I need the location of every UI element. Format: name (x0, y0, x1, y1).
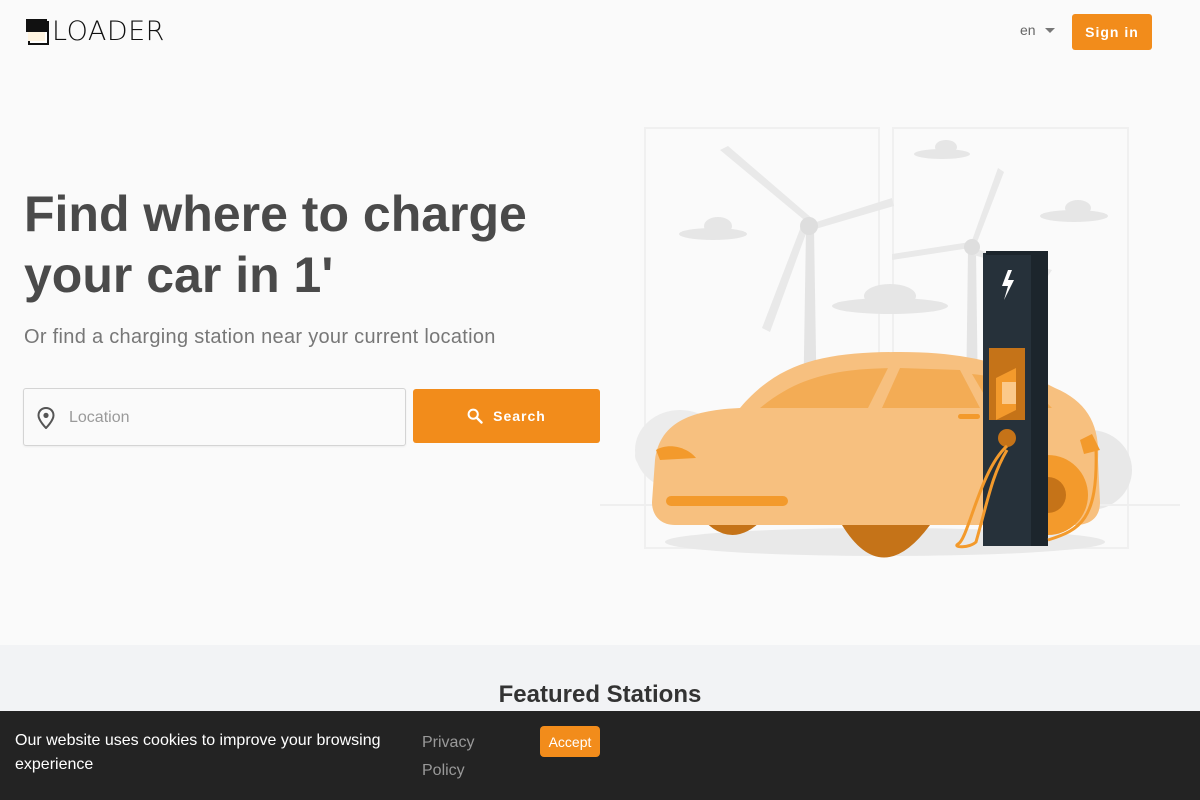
brand-logo[interactable]: LOADER (26, 18, 165, 46)
featured-stations-title: Featured Stations (498, 681, 702, 708)
cookie-message: Our website uses cookies to improve your… (15, 732, 381, 773)
hero-subtitle: Or find a charging station near your cur… (24, 326, 496, 348)
cookie-banner: Our website uses cookies to improve your… (0, 711, 1200, 800)
accept-cookies-button[interactable]: Accept (540, 726, 600, 757)
sign-in-button[interactable]: Sign in (1072, 14, 1152, 50)
hero-title: Find where to charge your car in 1' (24, 186, 527, 303)
language-selector[interactable]: en (1020, 22, 1055, 38)
logo-text: LOADER (52, 16, 165, 47)
location-input[interactable] (69, 401, 389, 435)
location-field[interactable] (23, 388, 406, 446)
privacy-policy-link[interactable]: Privacy Policy (422, 729, 512, 785)
search-button[interactable]: Search (413, 389, 600, 443)
search-icon (467, 408, 483, 424)
caret-down-icon (1044, 27, 1055, 33)
ev-charging-illustration (600, 127, 1180, 558)
map-pin-icon (37, 407, 55, 429)
language-value: en (1020, 22, 1036, 38)
logo-icon (26, 19, 49, 45)
search-button-label: Search (493, 408, 546, 424)
top-navbar: LOADER en Sign in (0, 0, 1200, 64)
